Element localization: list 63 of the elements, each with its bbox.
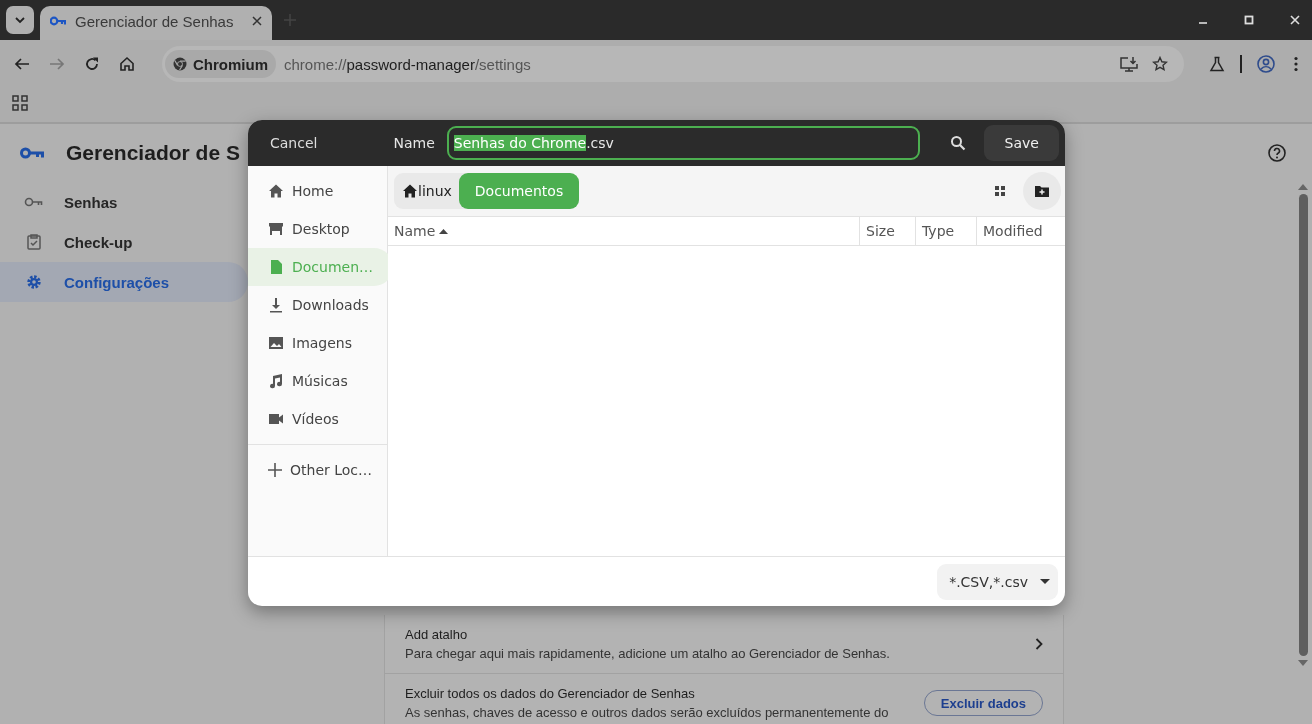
tab-search-button[interactable] (6, 6, 34, 34)
chevron-right-icon[interactable] (1035, 638, 1043, 650)
tab-title: Gerenciador de Senhas (75, 12, 235, 30)
file-type-dropdown[interactable]: *.CSV,*.csv (937, 563, 1058, 600)
reload-icon[interactable] (84, 56, 100, 72)
desktop-icon (268, 221, 284, 237)
site-chip[interactable]: Chromium (165, 50, 276, 78)
back-arrow-icon[interactable] (14, 56, 30, 72)
document-icon (268, 259, 284, 275)
places-item[interactable]: Other Loc… (248, 451, 393, 489)
browser-tab[interactable]: Gerenciador de Senhas (40, 6, 272, 40)
places-item[interactable]: Home (248, 172, 393, 210)
key-icon (20, 146, 44, 160)
star-icon[interactable] (1152, 56, 1168, 72)
grid-view-icon[interactable] (995, 186, 1005, 196)
search-icon[interactable] (950, 135, 967, 151)
gear-icon (24, 274, 44, 290)
help-icon[interactable] (1268, 144, 1286, 162)
home-icon[interactable] (119, 56, 135, 72)
places-item[interactable]: Vídeos (248, 400, 393, 438)
file-name-field[interactable]: Senhas do Chrome.csv (446, 126, 921, 160)
column-header[interactable]: Modified (976, 217, 1065, 245)
video-camera-icon (268, 411, 284, 427)
path-button[interactable]: linux (394, 173, 459, 209)
image-icon (268, 335, 284, 351)
install-app-icon[interactable] (1120, 56, 1138, 72)
setting-title: Add atalho (405, 627, 469, 642)
chromium-logo-icon (173, 57, 187, 71)
music-note-icon (268, 373, 284, 389)
scroll-down-icon[interactable] (1298, 660, 1308, 666)
cancel-button[interactable]: Cancel (256, 129, 332, 157)
nav-item[interactable]: Senhas (0, 182, 248, 222)
close-icon[interactable] (252, 16, 262, 26)
scrollbar-thumb[interactable] (1298, 194, 1308, 656)
setting-title: Excluir todos os dados do Gerenciador de Senhas (405, 686, 696, 701)
home-icon (268, 183, 284, 199)
profile-icon[interactable] (1257, 55, 1275, 73)
save-button[interactable]: Save (984, 125, 1059, 161)
page-title: Gerenciador de S (66, 141, 240, 165)
places-item[interactable]: Downloads (248, 286, 393, 324)
plus-icon (268, 463, 282, 477)
setting-description: As senhas, chaves de acesso e outros dados serão excluídos permanentemente do (405, 705, 890, 720)
more-menu-icon[interactable] (1294, 56, 1298, 72)
folder-plus-icon (1035, 185, 1049, 197)
name-label: Name (393, 135, 435, 151)
address-bar[interactable]: Chromium chrome://password-manager/settings (162, 46, 1184, 82)
places-item[interactable]: Músicas (248, 362, 393, 400)
places-item[interactable]: Imagens (248, 324, 393, 362)
forward-arrow-icon (49, 56, 65, 72)
maximize-icon[interactable] (1244, 15, 1254, 25)
column-header[interactable]: Type (915, 217, 976, 245)
nav-item[interactable]: Check-up (0, 222, 248, 262)
setting-description: Para chegar aqui mais rapidamente, adicione um atalho ao Gerenciador de Senhas. (405, 646, 891, 661)
download-icon (268, 297, 284, 313)
home-icon (402, 183, 418, 199)
new-folder-button[interactable] (1023, 172, 1061, 210)
key-icon (50, 16, 66, 26)
dropdown-caret-icon (1040, 579, 1050, 584)
clipboard-check-icon (24, 233, 44, 251)
flask-icon[interactable] (1209, 56, 1225, 72)
scroll-up-icon[interactable] (1298, 184, 1308, 190)
url-text: chrome://password-manager/settings (284, 55, 531, 73)
column-header[interactable]: Size (859, 217, 915, 245)
